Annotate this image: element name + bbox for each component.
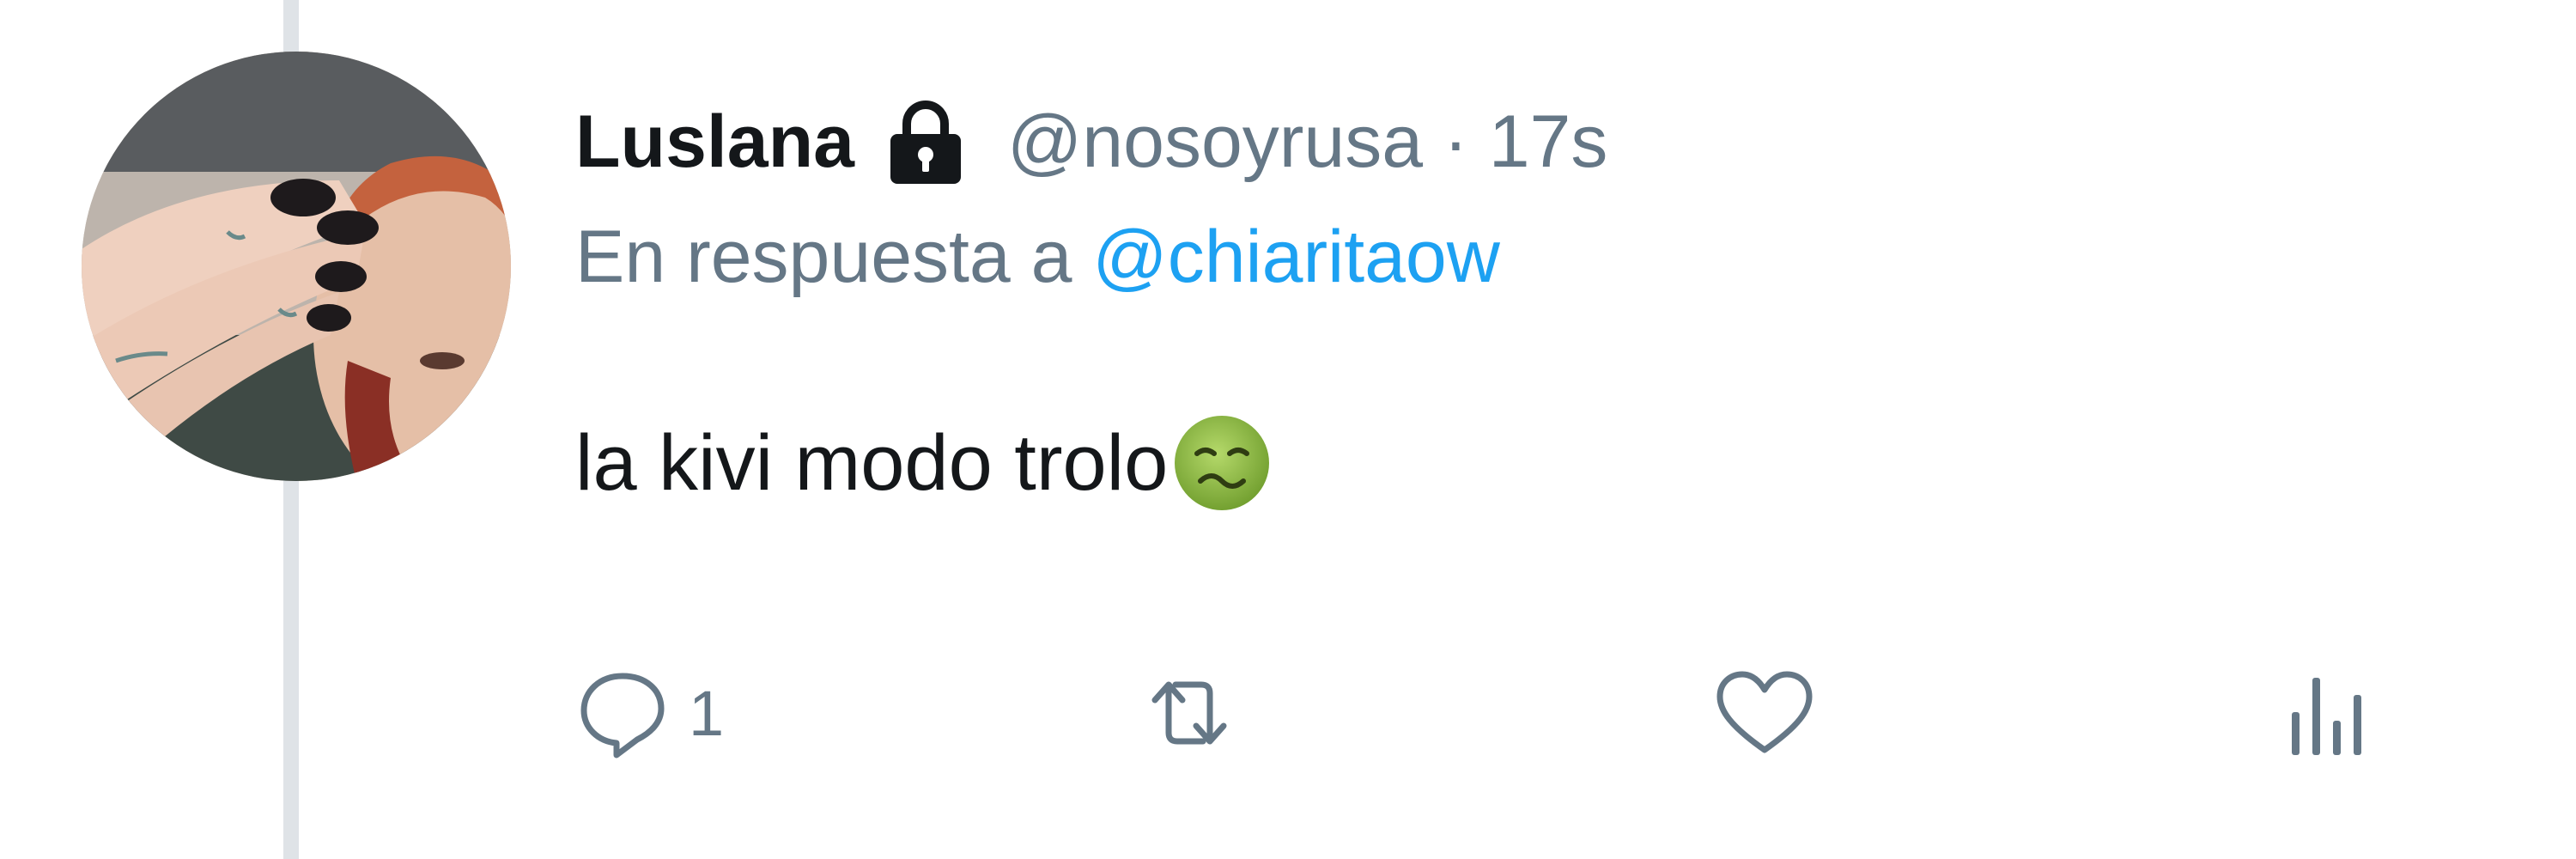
like-button[interactable] <box>1713 636 1816 790</box>
reply-mention-link[interactable]: @chiaritaow <box>1092 216 1499 298</box>
lock-icon <box>878 94 973 189</box>
reply-icon <box>575 666 670 760</box>
username-handle[interactable]: @nosoyrusa <box>1007 100 1423 185</box>
analytics-button[interactable] <box>2280 636 2374 790</box>
retweet-button[interactable] <box>1138 636 1241 790</box>
tweet-actions: 1 <box>575 636 2507 790</box>
reply-prefix: En respuesta a <box>575 216 1072 298</box>
analytics-icon <box>2280 666 2374 760</box>
tweet-header: Luslana @nosoyrusa · 17s <box>575 86 1607 198</box>
avatar-photo <box>82 52 511 481</box>
reply-context: En respuesta a @chiaritaow <box>575 215 1500 300</box>
separator-dot: · <box>1443 100 1468 183</box>
reply-count: 1 <box>689 677 725 749</box>
retweet-icon <box>1138 666 1241 760</box>
tweet-text: la kivi modo trolo <box>575 412 1273 514</box>
heart-icon <box>1713 666 1816 760</box>
nauseated-face-icon <box>1171 412 1273 514</box>
display-name[interactable]: Luslana <box>575 100 854 185</box>
timestamp[interactable]: 17s <box>1489 100 1608 185</box>
reply-button[interactable]: 1 <box>575 636 724 790</box>
tweet-body: la kivi modo trolo <box>575 418 1169 507</box>
avatar[interactable] <box>82 52 511 481</box>
